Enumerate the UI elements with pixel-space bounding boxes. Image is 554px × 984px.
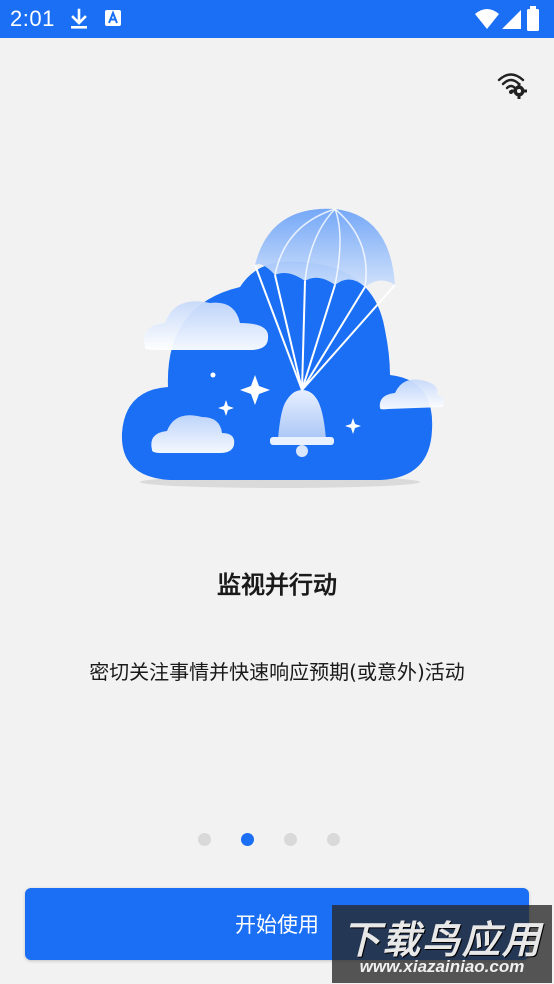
onboarding-screen: 2:01 监视并行动 密切关注事情并快速响应预期(或意外)活动 开始使用 下载鸟… bbox=[0, 0, 554, 984]
page-title: 监视并行动 bbox=[217, 571, 337, 599]
wifi-settings-icon[interactable] bbox=[496, 70, 528, 100]
page-description: 密切关注事情并快速响应预期(或意外)活动 bbox=[89, 660, 465, 684]
page-dot-3[interactable] bbox=[284, 833, 297, 846]
wifi-icon bbox=[475, 9, 499, 29]
page-indicator bbox=[0, 833, 554, 847]
watermark-logo: 下载鸟应用 www.xiazainiao.com bbox=[332, 905, 552, 983]
status-bar: 2:01 bbox=[0, 0, 554, 38]
watermark-url: www.xiazainiao.com bbox=[359, 957, 525, 976]
status-time: 2:01 bbox=[10, 6, 55, 31]
signal-icon bbox=[502, 10, 521, 29]
page-dot-1[interactable] bbox=[198, 833, 211, 846]
page-dot-4[interactable] bbox=[327, 833, 340, 846]
start-button-label: 开始使用 bbox=[235, 913, 319, 937]
page-dot-2[interactable] bbox=[241, 833, 254, 846]
font-icon bbox=[105, 10, 121, 26]
download-icon bbox=[71, 8, 87, 29]
cloud-parachute-bell-illustration bbox=[121, 208, 445, 488]
battery-icon bbox=[527, 6, 539, 31]
watermark-title: 下载鸟应用 bbox=[341, 918, 542, 962]
